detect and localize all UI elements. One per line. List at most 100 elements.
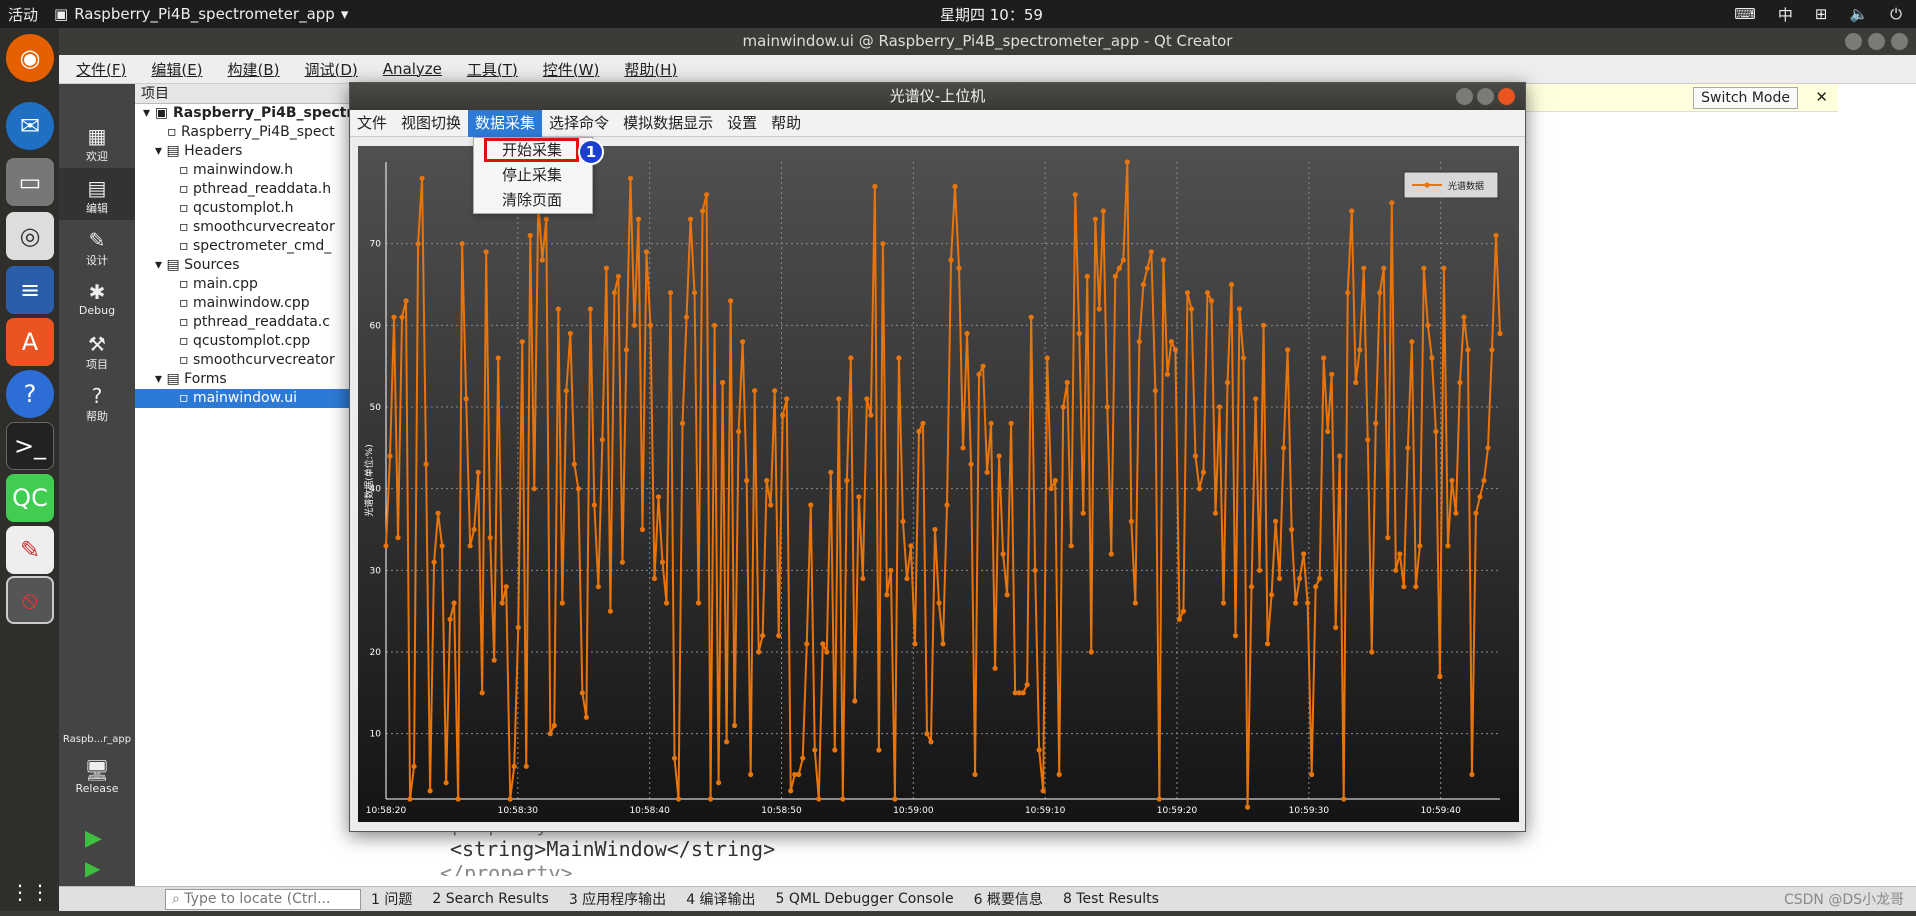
project-tree-item[interactable]: ▫ pthread_readdata.h <box>135 180 361 199</box>
menu-debug[interactable]: 调试(D) <box>288 59 366 80</box>
locator-input[interactable]: ⌕ Type to locate (Ctrl... <box>165 888 361 910</box>
tab-search-results[interactable]: 2 Search Results <box>422 891 558 907</box>
data-point <box>507 796 513 802</box>
menu-analyze[interactable]: Analyze <box>366 60 450 78</box>
mode-debug[interactable]: ✱ Debug <box>59 272 135 324</box>
debug-run-icon[interactable]: ▶ <box>85 856 100 880</box>
mode-projects[interactable]: ⚒ 项目 <box>59 324 135 376</box>
data-point <box>531 486 537 492</box>
clear-page-item[interactable]: 清除页面 <box>474 188 592 213</box>
menu-file[interactable]: 文件(F) <box>59 59 134 80</box>
file-icon: ▫ <box>179 333 193 349</box>
clock[interactable]: 星期四 10：59 <box>940 4 1043 25</box>
data-point <box>1132 600 1138 606</box>
data-point <box>407 796 413 802</box>
data-point <box>1281 445 1287 451</box>
maximize-button[interactable] <box>1477 88 1494 105</box>
project-tree-item[interactable]: ▾ ▣ Raspberry_Pi4B_spectro <box>135 104 361 123</box>
maximize-button[interactable] <box>1868 33 1885 50</box>
data-point <box>932 526 938 533</box>
tab-qml-console[interactable]: 5 QML Debugger Console <box>766 891 964 907</box>
project-tree-item[interactable]: ▫ Raspberry_Pi4B_spect <box>135 123 361 142</box>
tab-test-results[interactable]: 8 Test Results <box>1053 891 1169 907</box>
system-top-bar: 活动 ▣ Raspberry_Pi4B_spectrometer_app ▾ 星… <box>0 0 1916 28</box>
project-tree-item[interactable]: ▫ pthread_readdata.c <box>135 313 361 332</box>
menu-help[interactable]: 帮助 <box>764 110 808 137</box>
menu-controls[interactable]: 控件(W) <box>526 59 608 80</box>
data-point <box>728 298 734 304</box>
data-point <box>1000 551 1006 557</box>
menu-data-acquisition[interactable]: 数据采集 <box>468 109 543 137</box>
power-icon[interactable]: ⏻ <box>1890 5 1902 23</box>
close-button[interactable] <box>1498 88 1515 105</box>
file-icon: ▫ <box>179 295 193 311</box>
project-tree-item[interactable]: ▾ ▤ Headers <box>135 142 361 161</box>
minimize-button[interactable] <box>1845 33 1862 50</box>
y-tick-label: 70 <box>370 240 382 250</box>
files-icon[interactable]: ▭ <box>6 158 54 206</box>
project-tree-item[interactable]: ▫ spectrometer_cmd_ <box>135 237 361 256</box>
project-tree-item[interactable]: ▫ mainwindow.cpp <box>135 294 361 313</box>
data-point <box>872 183 878 190</box>
data-point <box>764 477 770 484</box>
tab-compile-output[interactable]: 4 编译输出 <box>676 889 765 909</box>
volume-icon[interactable]: 🔈 <box>1849 5 1868 23</box>
minimize-button[interactable] <box>1456 88 1473 105</box>
text-editor-icon[interactable]: ✎ <box>6 526 54 574</box>
mode-help[interactable]: ? 帮助 <box>59 376 135 428</box>
firefox-icon[interactable]: ◉ <box>6 34 54 82</box>
menu-edit[interactable]: 编辑(E) <box>134 59 210 80</box>
switch-mode-button[interactable]: Switch Mode <box>1693 87 1798 109</box>
mode-welcome[interactable]: ▦ 欢迎 <box>59 116 135 168</box>
menu-help[interactable]: 帮助(H) <box>607 59 685 80</box>
project-tree-item[interactable]: ▫ mainwindow.h <box>135 161 361 180</box>
project-tree-item[interactable]: ▫ smoothcurvecreator <box>135 218 361 237</box>
data-point <box>768 502 774 508</box>
help-icon[interactable]: ? <box>6 370 54 418</box>
network-icon[interactable]: ⊞ <box>1815 5 1828 23</box>
software-center-icon[interactable]: A <box>6 318 54 366</box>
data-point <box>515 624 521 631</box>
project-tree-item[interactable]: ▫ main.cpp <box>135 275 361 294</box>
input-method[interactable]: 中 <box>1778 4 1793 25</box>
close-icon[interactable]: ✕ <box>1815 88 1828 106</box>
qtcreator-icon[interactable]: QC <box>6 474 54 522</box>
menu-simulated-data[interactable]: 模拟数据显示 <box>616 110 720 137</box>
project-tree-item[interactable]: ▾ ▤ Sources <box>135 256 361 275</box>
project-tree-item[interactable]: ▫ mainwindow.ui <box>135 389 361 408</box>
menu-view-switch[interactable]: 视图切换 <box>394 110 468 137</box>
menu-build[interactable]: 构建(B) <box>211 59 288 80</box>
writer-icon[interactable]: ≡ <box>6 266 54 314</box>
data-point <box>836 396 842 402</box>
run-icon[interactable]: ▶ <box>85 826 102 851</box>
spectrum-plot[interactable]: 10 20 30 40 50 60 70 10:58:20 10:58:30 10:58:40 10… <box>358 146 1519 822</box>
terminal-icon[interactable]: >_ <box>6 422 54 470</box>
menu-tools[interactable]: 工具(T) <box>450 59 526 80</box>
thunderbird-icon[interactable]: ✉ <box>6 102 54 150</box>
keyboard-icon[interactable]: ⌨ <box>1734 5 1756 23</box>
menu-file[interactable]: 文件 <box>350 110 394 137</box>
mode-edit[interactable]: ▤ 编辑 <box>59 168 135 220</box>
project-tree-item[interactable]: ▫ qcustomplot.h <box>135 199 361 218</box>
project-tree-item[interactable]: ▾ ▤ Forms <box>135 370 361 389</box>
data-point <box>1397 551 1403 557</box>
mode-design[interactable]: ✎ 设计 <box>59 220 135 272</box>
show-apps-icon[interactable]: ⋮⋮ <box>6 868 54 916</box>
menu-select-command[interactable]: 选择命令 <box>542 110 616 137</box>
activities-button[interactable]: 活动 <box>0 4 48 25</box>
app-menu[interactable]: ▣ Raspberry_Pi4B_spectrometer_app ▾ <box>48 5 348 23</box>
kit-selector[interactable]: 🖥 Release <box>59 750 135 802</box>
menu-settings[interactable]: 设置 <box>720 110 764 137</box>
data-point <box>563 388 569 394</box>
running-app-icon[interactable]: ⦸ <box>6 576 54 624</box>
data-point <box>591 502 597 508</box>
rhythmbox-icon[interactable]: ◎ <box>6 212 54 260</box>
tab-issues[interactable]: 1 问题 <box>361 889 422 909</box>
tab-general-messages[interactable]: 6 概要信息 <box>964 889 1053 909</box>
project-tree-item[interactable]: ▫ smoothcurvecreator <box>135 351 361 370</box>
close-button[interactable] <box>1891 33 1908 50</box>
tab-app-output[interactable]: 3 应用程序输出 <box>559 889 676 909</box>
bug-icon: ✱ <box>88 280 106 304</box>
stop-acquisition-item[interactable]: 停止采集 <box>474 163 592 188</box>
project-tree-item[interactable]: ▫ qcustomplot.cpp <box>135 332 361 351</box>
